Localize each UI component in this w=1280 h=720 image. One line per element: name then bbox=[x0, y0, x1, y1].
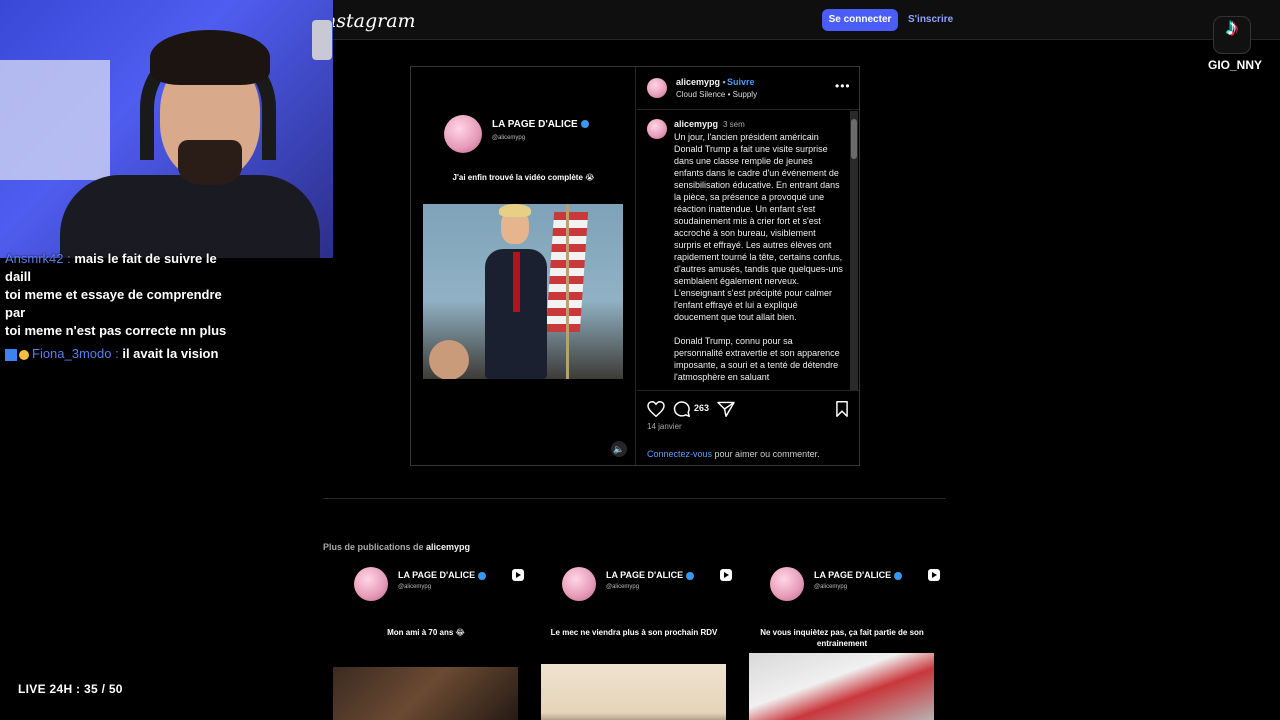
verified-icon bbox=[580, 120, 589, 129]
author-avatar[interactable] bbox=[647, 78, 667, 98]
chat-text: il avait la vision bbox=[118, 346, 219, 361]
thumbnail-image bbox=[541, 664, 726, 720]
thumbnail-avatar bbox=[770, 567, 804, 601]
speaker-icon[interactable]: 🔈 bbox=[611, 441, 627, 457]
caption-paragraph: Donald Trump, connu pour sa personnalité… bbox=[674, 336, 840, 382]
audio-track[interactable]: Cloud Silence • Supply bbox=[676, 90, 757, 99]
streamer-beard bbox=[178, 140, 242, 185]
verified-icon bbox=[478, 571, 487, 580]
reel-icon bbox=[720, 569, 732, 581]
thumbnail-page-name: LA PAGE D'ALICE bbox=[814, 570, 903, 580]
caption-text: Un jour, l'ancien président américain Do… bbox=[674, 131, 844, 383]
caption-scrollbar[interactable] bbox=[850, 111, 858, 390]
chat-username: Ansmrk42 : bbox=[5, 251, 71, 266]
streamer-webcam bbox=[0, 0, 333, 258]
post-sidebar: alicemypg • Suivre Cloud Silence • Suppl… bbox=[637, 67, 859, 465]
video-header: LA PAGE D'ALICE @alicemypg bbox=[444, 115, 624, 155]
person-tie bbox=[513, 252, 520, 312]
login-hint: Connectez-vous pour aimer ou commenter. bbox=[647, 449, 820, 459]
emoji-icon bbox=[19, 349, 29, 360]
verified-icon bbox=[894, 571, 903, 580]
page-avatar bbox=[444, 115, 482, 153]
thumbnail-page-name: LA PAGE D'ALICE bbox=[398, 570, 487, 580]
person-hair bbox=[499, 204, 531, 217]
trophy-image bbox=[312, 20, 332, 60]
login-link[interactable]: Connectez-vous bbox=[647, 449, 712, 459]
thumbnail-avatar bbox=[562, 567, 596, 601]
post-date: 14 janvier bbox=[647, 422, 682, 431]
login-hint-text: pour aimer ou commenter. bbox=[712, 449, 820, 459]
more-post-thumbnail[interactable]: LA PAGE D'ALICE @alicemypg Mon ami à 70 … bbox=[323, 563, 529, 720]
thumbnail-avatar bbox=[354, 567, 388, 601]
instagram-logo[interactable]: nstagram bbox=[324, 10, 416, 32]
thumbnail-handle: @alicemypg bbox=[814, 584, 848, 590]
login-button[interactable]: Se connecter bbox=[822, 9, 898, 31]
share-icon[interactable] bbox=[717, 401, 735, 417]
flag-pole bbox=[566, 204, 569, 379]
reel-icon bbox=[512, 569, 524, 581]
comment-icon[interactable] bbox=[673, 401, 691, 417]
child-figure bbox=[429, 340, 469, 379]
thumbnail-caption: Mon ami à 70 ans 😂 bbox=[387, 628, 465, 637]
comment-count: 263 bbox=[694, 403, 710, 413]
post-modal: LA PAGE D'ALICE @alicemypg J'ai enfin tr… bbox=[410, 66, 860, 466]
bookmark-icon[interactable] bbox=[833, 401, 851, 417]
post-header: alicemypg • Suivre Cloud Silence • Suppl… bbox=[637, 67, 859, 110]
thumbnail-handle: @alicemypg bbox=[606, 584, 640, 590]
thumbnail-page-name: LA PAGE D'ALICE bbox=[606, 570, 695, 580]
follow-button[interactable]: Suivre bbox=[727, 77, 755, 87]
chat-badge-icon bbox=[5, 348, 17, 361]
chat-message: toi meme et essaye de comprendre par bbox=[5, 287, 222, 320]
scrollbar-thumb[interactable] bbox=[851, 119, 857, 159]
section-divider bbox=[323, 498, 946, 499]
more-posts-username[interactable]: alicemypg bbox=[426, 542, 470, 552]
webcam-background-shelf bbox=[0, 60, 110, 180]
author-username[interactable]: alicemypg • bbox=[676, 77, 726, 87]
chat-message: Ansmrk42 : mais le fait de suivre le dai… bbox=[0, 250, 235, 286]
thumbnail-image bbox=[749, 653, 934, 720]
reel-video[interactable]: LA PAGE D'ALICE @alicemypg J'ai enfin tr… bbox=[411, 67, 636, 465]
stream-chat: Ansmrk42 : mais le fait de suivre le dai… bbox=[0, 250, 235, 363]
caption-area[interactable]: alicemypg 3 sem Un jour, l'ancien présid… bbox=[637, 111, 859, 391]
thumbnail-caption: Ne vous inquiètez pas, ça fait partie de… bbox=[760, 628, 924, 648]
live-counter: LIVE 24H : 35 / 50 bbox=[18, 682, 123, 696]
thumbnail-image bbox=[333, 667, 518, 720]
verified-icon bbox=[686, 571, 695, 580]
streamer-shirt bbox=[60, 175, 320, 258]
video-handle: @alicemypg bbox=[492, 135, 526, 141]
caption-paragraph: Un jour, l'ancien président américain Do… bbox=[674, 132, 843, 322]
video-page-name: LA PAGE D'ALICE bbox=[492, 119, 589, 130]
chat-message: toi meme n'est pas correcte nn plus bbox=[5, 323, 227, 338]
more-posts-heading: Plus de publications de alicemypg bbox=[323, 542, 471, 552]
thumbnail-handle: @alicemypg bbox=[398, 584, 432, 590]
more-options-icon[interactable]: ••• bbox=[835, 79, 851, 93]
heart-icon[interactable] bbox=[647, 401, 665, 417]
more-post-thumbnail[interactable]: LA PAGE D'ALICE @alicemypg Ne vous inqui… bbox=[739, 563, 945, 720]
caption-avatar[interactable] bbox=[647, 119, 667, 139]
chat-username: Fiona_3modo : bbox=[32, 346, 119, 361]
tiktok-note-icon: ♪ bbox=[1226, 14, 1238, 41]
thumbnail-caption: Le mec ne viendra plus à son prochain RD… bbox=[550, 628, 718, 637]
reel-icon bbox=[928, 569, 940, 581]
tiktok-handle: GIO_NNY bbox=[1207, 58, 1262, 72]
caption-time: 3 sem bbox=[723, 120, 745, 129]
video-frame[interactable] bbox=[423, 204, 623, 379]
streamer-hair bbox=[150, 30, 270, 85]
more-post-thumbnail[interactable]: LA PAGE D'ALICE @alicemypg Le mec ne vie… bbox=[531, 563, 737, 720]
video-caption: J'ai enfin trouvé la vidéo complète 😭 bbox=[452, 173, 595, 182]
chat-message: Fiona_3modo : il avait la vision bbox=[0, 345, 235, 363]
signup-link[interactable]: S'inscrire bbox=[908, 14, 953, 25]
caption-username[interactable]: alicemypg bbox=[674, 119, 718, 129]
